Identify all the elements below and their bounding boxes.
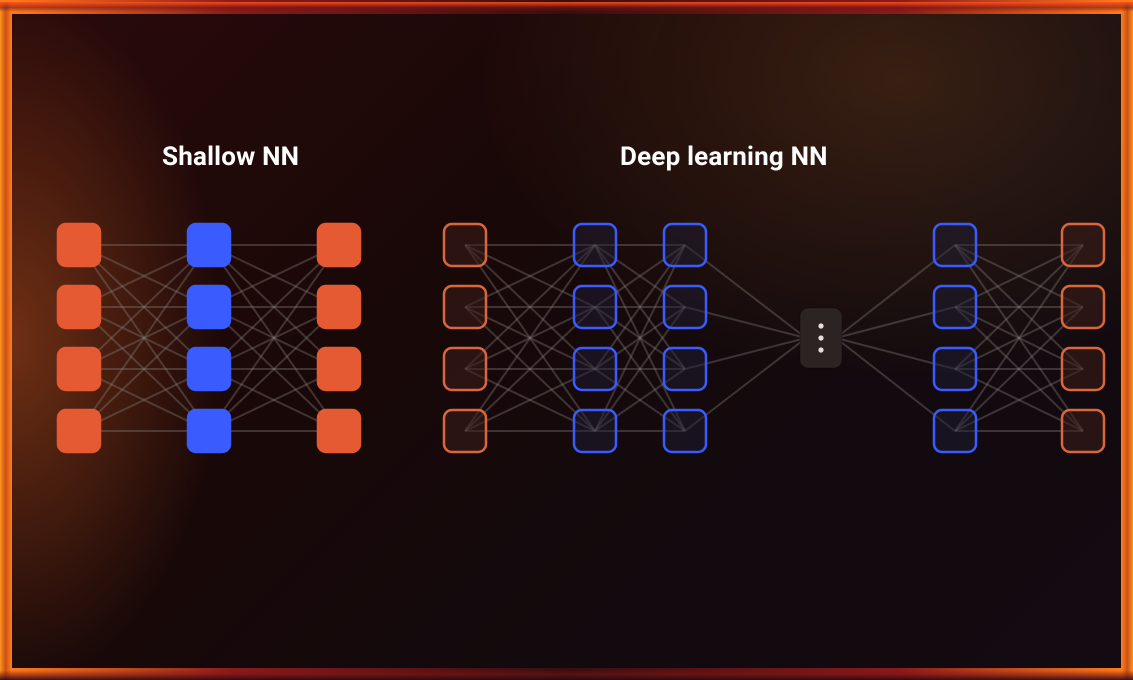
neuron-node [934, 348, 976, 390]
ellipsis-dot [818, 335, 823, 340]
neuron-node [664, 348, 706, 390]
neuron-node [318, 224, 360, 266]
edges [465, 245, 1083, 431]
neuron-node [188, 348, 230, 390]
neuron-node [1062, 224, 1104, 266]
neuron-node [318, 348, 360, 390]
neuron-node [58, 286, 100, 328]
diagram-frame: Shallow NN Deep learning NN [0, 0, 1133, 680]
neuron-node [188, 224, 230, 266]
neuron-node [188, 286, 230, 328]
neuron-node [444, 286, 486, 328]
deep-network [444, 224, 1108, 456]
neuron-node [574, 224, 616, 266]
neuron-node [444, 410, 486, 452]
neuron-node [1062, 348, 1104, 390]
neuron-node [574, 286, 616, 328]
neuron-node [664, 224, 706, 266]
neuron-node [934, 286, 976, 328]
neuron-node [574, 410, 616, 452]
neuron-node [1062, 410, 1104, 452]
neuron-node [664, 286, 706, 328]
neuron-node [58, 224, 100, 266]
title-deep: Deep learning NN [620, 142, 828, 172]
neuron-node [934, 410, 976, 452]
shallow-network [58, 224, 364, 456]
neuron-node [318, 410, 360, 452]
neuron-node [58, 348, 100, 390]
edges [79, 245, 339, 431]
neuron-node [58, 410, 100, 452]
neuron-node [574, 348, 616, 390]
neuron-node [664, 410, 706, 452]
neuron-node [444, 348, 486, 390]
neuron-node [934, 224, 976, 266]
title-shallow: Shallow NN [162, 142, 299, 172]
ellipsis-dot [818, 323, 823, 328]
neuron-node [1062, 286, 1104, 328]
neuron-node [318, 286, 360, 328]
neuron-node [188, 410, 230, 452]
ellipsis-dot [818, 347, 823, 352]
neuron-node [444, 224, 486, 266]
